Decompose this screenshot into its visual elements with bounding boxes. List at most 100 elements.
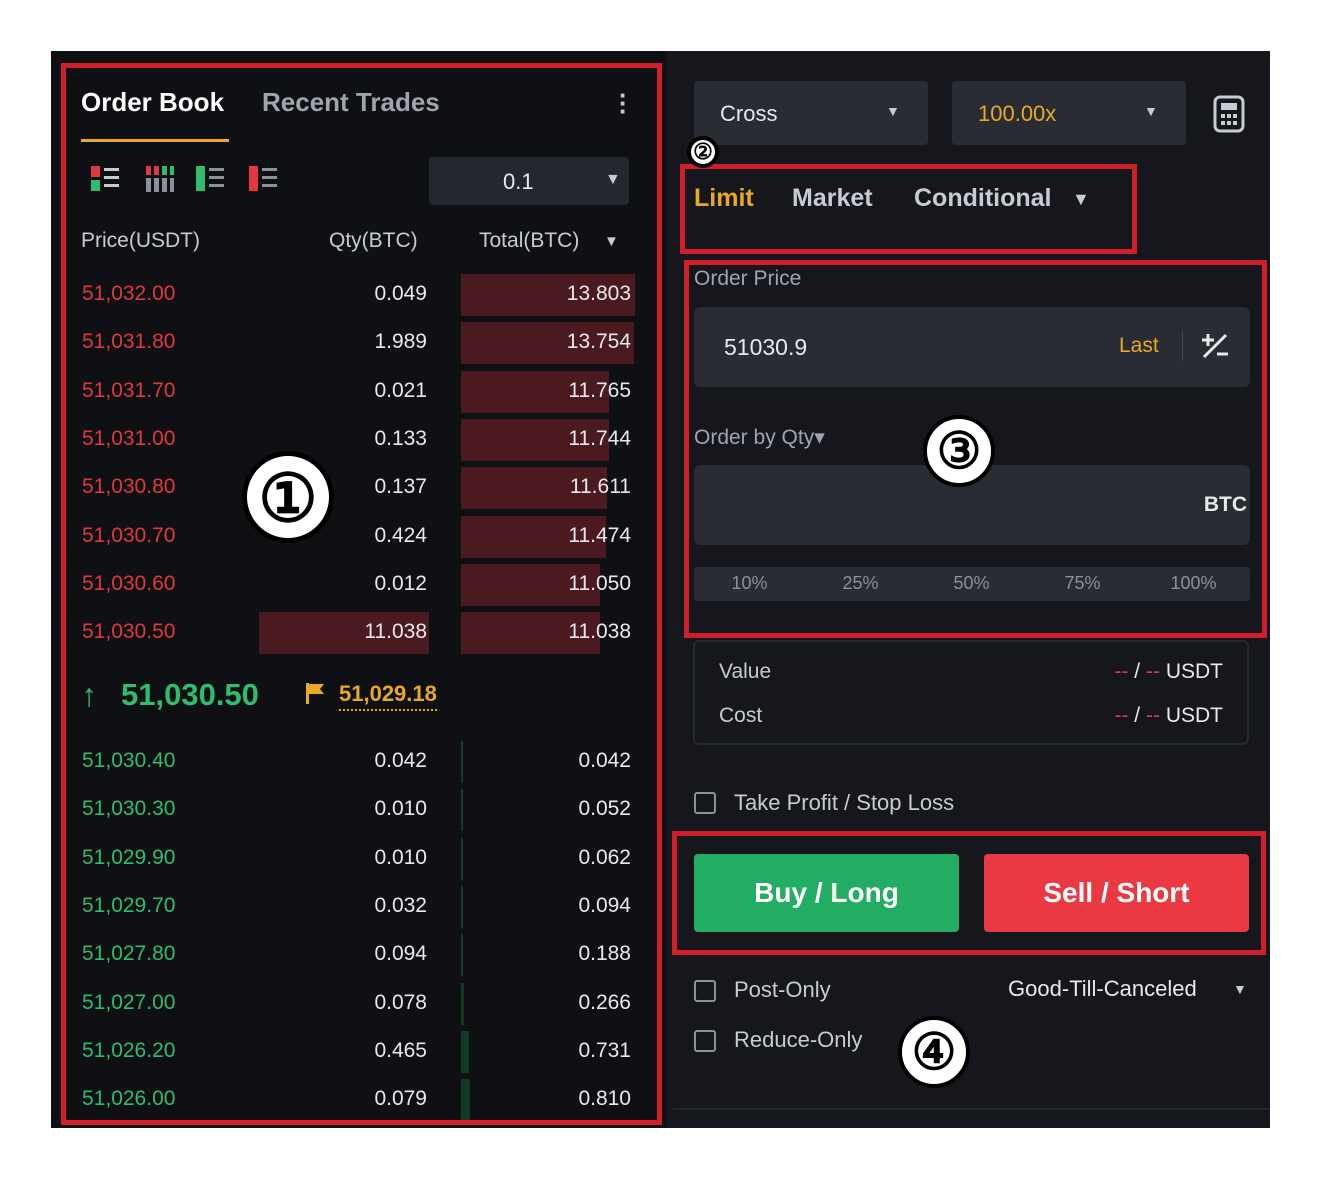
ask-total: 11.050 [568, 571, 631, 595]
view-depth-icon[interactable] [146, 165, 174, 193]
ask-qty: 0.012 [374, 571, 427, 595]
more-options-icon[interactable]: · · · [619, 82, 628, 124]
bid-qty: 0.078 [374, 990, 427, 1014]
annotation-2: ② [687, 136, 719, 168]
sell-short-button[interactable]: Sell / Short [984, 854, 1249, 932]
total-depth-bar [461, 1030, 469, 1073]
bid-total: 0.810 [578, 1087, 631, 1111]
value-amount: -- / -- USDT [1114, 660, 1223, 683]
ask-price: 51,031.70 [82, 378, 176, 402]
tp-sl-checkbox[interactable] [694, 792, 716, 814]
ask-row[interactable]: 51,031.70 0.021 11.765 [51, 367, 667, 415]
ask-qty: 0.049 [374, 282, 427, 305]
percent-75[interactable]: 75% [1027, 573, 1138, 594]
ask-total: 11.474 [568, 523, 631, 547]
chevron-down-icon: ▼ [886, 103, 900, 119]
total-depth-bar [461, 1079, 470, 1122]
column-header-price: Price(USDT) [81, 229, 200, 252]
reduce-only-label[interactable]: Reduce-Only [734, 1027, 862, 1053]
bid-total: 0.042 [578, 749, 631, 772]
bid-qty: 0.094 [374, 942, 427, 966]
tab-limit[interactable]: Limit [694, 184, 754, 213]
annotation-1: ① [242, 451, 334, 543]
order-qty-label[interactable]: Order by Qty▾ [694, 425, 825, 450]
ask-qty: 11.038 [364, 620, 427, 644]
last-traded-price: 51,030.50 [121, 677, 259, 712]
total-depth-bar [461, 982, 464, 1025]
ask-row[interactable]: 51,030.60 0.012 11.050 [51, 560, 667, 608]
tab-order-book[interactable]: Order Book [81, 87, 224, 118]
qty-unit: BTC [1203, 493, 1247, 516]
last-price-button[interactable]: Last [1119, 334, 1159, 358]
tab-market[interactable]: Market [792, 184, 873, 213]
bid-price: 51,026.20 [82, 1038, 176, 1062]
column-header-qty: Qty(BTC) [329, 229, 418, 252]
ask-total: 11.765 [568, 378, 631, 402]
percent-25[interactable]: 25% [805, 573, 916, 594]
ask-row[interactable]: 51,030.70 0.424 11.474 [51, 512, 667, 560]
value-cost-box: Value -- / -- USDT Cost -- / -- USDT [693, 640, 1249, 745]
ask-price: 51,030.50 [82, 620, 176, 644]
margin-mode-select[interactable]: Cross ▼ [694, 81, 928, 145]
bid-row[interactable]: 51,029.90 0.010 0.062 [51, 834, 667, 882]
time-in-force-select[interactable]: Good-Till-Canceled [1008, 976, 1197, 1002]
post-only-label[interactable]: Post-Only [734, 977, 831, 1003]
total-depth-bar [461, 741, 463, 783]
bid-row[interactable]: 51,030.40 0.042 0.042 [51, 737, 667, 785]
order-price-label: Order Price [694, 267, 802, 290]
bid-qty: 0.010 [374, 797, 427, 821]
view-asks-icon[interactable] [249, 165, 277, 193]
bid-row[interactable]: 51,027.00 0.078 0.266 [51, 979, 667, 1027]
mark-price[interactable]: 51,029.18 [339, 681, 437, 711]
view-both-icon[interactable] [91, 165, 119, 193]
ask-row[interactable]: 51,031.00 0.133 11.744 [51, 415, 667, 463]
ask-qty: 0.424 [374, 523, 427, 547]
column-header-total[interactable]: Total(BTC) [479, 229, 579, 253]
calculator-icon[interactable] [1213, 95, 1245, 133]
order-price-value: 51030.9 [724, 334, 808, 360]
ask-qty: 0.133 [374, 426, 427, 450]
ask-price: 51,030.80 [82, 475, 176, 499]
ask-total: 13.803 [566, 282, 631, 305]
tab-conditional[interactable]: Conditional [914, 184, 1051, 213]
ask-price: 51,032.00 [82, 282, 176, 305]
ask-price: 51,030.60 [82, 571, 176, 595]
leverage-select[interactable]: 100.00x ▼ [952, 81, 1186, 145]
view-bids-icon[interactable] [196, 165, 224, 193]
last-price-row: ↑ 51,030.50 51,029.18 [81, 673, 641, 721]
annotation-4: ④ [898, 1016, 970, 1088]
chevron-down-icon[interactable]: ▼ [1233, 981, 1247, 997]
bid-row[interactable]: 51,027.80 0.094 0.188 [51, 930, 667, 978]
order-price-input[interactable]: 51030.9 Last [694, 307, 1250, 387]
reduce-only-checkbox[interactable] [694, 1030, 716, 1052]
precision-select[interactable]: 0.1 ▼ [429, 157, 629, 205]
chevron-down-icon[interactable]: ▼ [1072, 189, 1090, 210]
chevron-down-icon: ▼ [1144, 103, 1158, 119]
bid-price: 51,030.30 [82, 797, 176, 821]
ask-row[interactable]: 51,030.80 0.137 11.611 [51, 463, 667, 511]
percent-100[interactable]: 100% [1138, 573, 1249, 594]
ask-row[interactable]: 51,030.50 11.038 11.038 [51, 608, 667, 656]
buy-long-button[interactable]: Buy / Long [694, 854, 959, 932]
percent-50[interactable]: 50% [916, 573, 1027, 594]
bid-qty: 0.010 [374, 845, 427, 869]
bid-qty: 0.042 [374, 749, 427, 772]
bid-row[interactable]: 51,026.00 0.079 0.810 [51, 1075, 667, 1123]
sort-caret-icon[interactable]: ▼ [604, 233, 619, 250]
bid-total: 0.266 [578, 990, 631, 1014]
bid-row[interactable]: 51,030.30 0.010 0.052 [51, 785, 667, 833]
tp-sl-label[interactable]: Take Profit / Stop Loss [734, 790, 954, 816]
total-depth-bar [461, 837, 463, 880]
bid-row[interactable]: 51,026.20 0.465 0.731 [51, 1027, 667, 1075]
tab-recent-trades[interactable]: Recent Trades [262, 87, 440, 118]
ask-row[interactable]: 51,031.80 1.989 13.754 [51, 318, 667, 366]
percent-10[interactable]: 10% [694, 573, 805, 594]
ask-total: 11.611 [569, 475, 631, 499]
ask-row[interactable]: 51,032.00 0.049 13.803 [51, 270, 667, 318]
bid-row[interactable]: 51,029.70 0.032 0.094 [51, 882, 667, 930]
bid-price: 51,027.00 [82, 990, 176, 1014]
post-only-checkbox[interactable] [694, 980, 716, 1002]
ask-price: 51,031.80 [82, 330, 176, 354]
percent-slider[interactable]: 10% 25% 50% 75% 100% [694, 567, 1250, 601]
plus-minus-icon[interactable] [1200, 331, 1230, 361]
